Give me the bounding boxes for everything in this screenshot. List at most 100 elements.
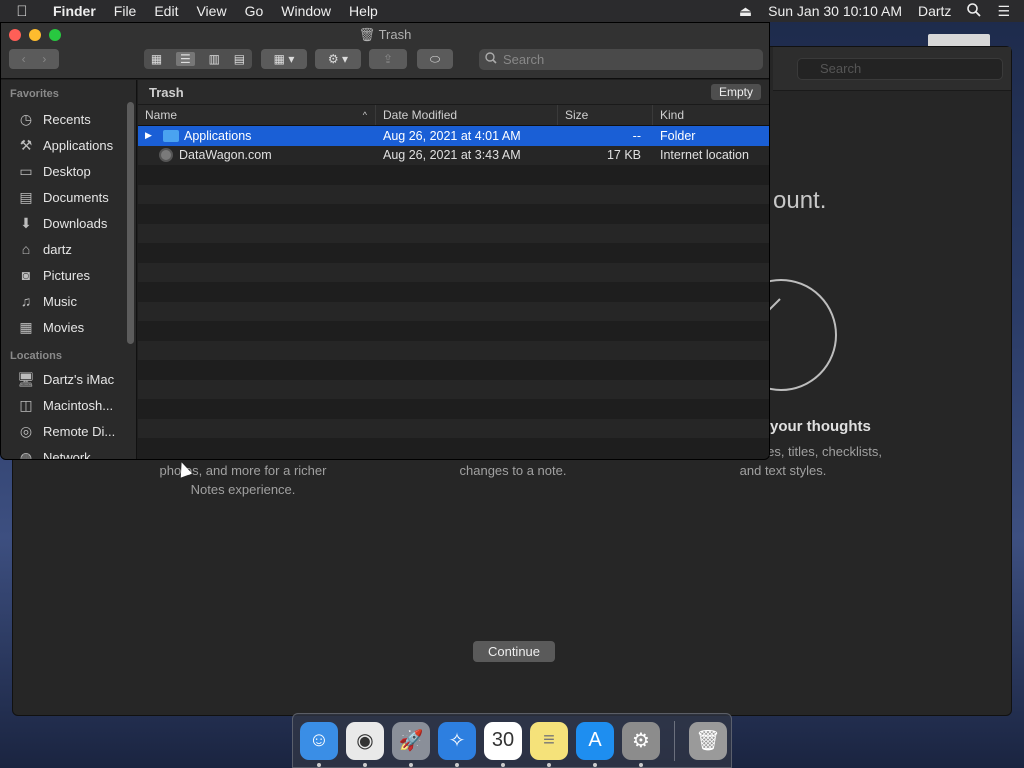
disk-icon: ◫ (19, 397, 33, 413)
search-icon (485, 52, 497, 67)
dock-app-store-icon[interactable]: A (576, 721, 614, 767)
file-name: DataWagon.com (179, 148, 272, 163)
tag-button[interactable]: ⬭ (417, 49, 453, 69)
imac-icon: 🖥 (17, 371, 35, 387)
dock-notes-icon[interactable]: ≡ (530, 721, 568, 767)
menu-app-finder[interactable]: Finder (44, 3, 105, 19)
share-button[interactable]: ⇪ (369, 49, 407, 69)
spotlight-search-icon[interactable] (967, 2, 982, 20)
dock-trash-icon[interactable]: 🗑 (689, 721, 727, 760)
empty-row (138, 223, 769, 243)
empty-row (138, 321, 769, 341)
sidebar-item-applications[interactable]: ⚒ Applications (1, 132, 136, 158)
empty-row (138, 438, 769, 458)
menu-go[interactable]: Go (236, 3, 273, 19)
empty-trash-button[interactable]: Empty (710, 84, 761, 100)
empty-row (138, 340, 769, 360)
sidebar-item-home[interactable]: ⌂ dartz (1, 236, 136, 262)
sidebar-item-movies[interactable]: ▦ Movies (1, 314, 136, 340)
empty-row (138, 165, 769, 185)
column-header-size[interactable]: Size (558, 105, 653, 125)
notes-feature-title: your thoughts (770, 418, 871, 435)
dock-safari-icon[interactable]: ✧ (438, 721, 476, 767)
column-header-date[interactable]: Date Modified (376, 105, 558, 125)
menu-edit[interactable]: Edit (145, 3, 187, 19)
list-view-icon[interactable]: ☰ (176, 52, 195, 66)
menu-file[interactable]: File (105, 3, 146, 19)
sort-ascending-icon: ^ (362, 110, 367, 120)
sidebar-item-network[interactable]: ◍ Network (1, 444, 136, 459)
sidebar-item-macintosh-hd[interactable]: ◫ Macintosh... (1, 392, 136, 418)
running-indicator (593, 762, 597, 767)
menu-bar:  Finder File Edit View Go Window Help ⏏… (0, 0, 1024, 22)
file-kind: Folder (660, 128, 696, 143)
column-view-icon[interactable]: ▥ (209, 52, 220, 66)
back-forward-buttons[interactable]: ‹ › (9, 49, 59, 69)
empty-row (138, 399, 769, 419)
sidebar-item-music[interactable]: ♫ Music (1, 288, 136, 314)
dock-finder-icon[interactable]: ☺ (300, 721, 338, 767)
sidebar-scrollbar[interactable] (127, 102, 134, 344)
movies-icon: ▦ (19, 319, 33, 335)
apple-menu-icon[interactable]:  (0, 3, 44, 20)
menu-window[interactable]: Window (272, 3, 340, 19)
window-title: 🗑 Trash (358, 27, 412, 42)
path-bar: Trash Empty (138, 80, 769, 104)
running-indicator (409, 762, 413, 767)
sidebar-item-pictures[interactable]: ◙ Pictures (1, 262, 136, 288)
gallery-view-icon[interactable]: ▤ (234, 52, 245, 66)
sidebar-item-remote-disc[interactable]: ◎ Remote Di... (1, 418, 136, 444)
group-by-button[interactable]: ▦ ▾ (261, 49, 307, 69)
finder-window: 🗑 Trash ‹ › ▦ ☰ ▥ ▤ ▦ ▾ ⚙ ▾ ⇪ ⬭ Search F… (0, 22, 770, 460)
disclosure-triangle-icon[interactable]: ▶ (145, 130, 159, 141)
dock: ☺ ◉ 🚀 ✧ 30 ≡ A ⚙ 🗑 (292, 713, 732, 768)
forward-icon[interactable]: › (42, 52, 46, 66)
table-row[interactable]: DataWagon.com Aug 26, 2021 at 3:43 AM 17… (138, 145, 769, 165)
table-row[interactable]: ▶ Applications Aug 26, 2021 at 4:01 AM -… (138, 126, 769, 146)
dock-system-preferences-icon[interactable]: ⚙ (622, 721, 660, 767)
dock-chrome-icon[interactable]: ◉ (346, 721, 384, 767)
group-icon: ▦ (273, 52, 285, 66)
notes-search-input[interactable]: Search (797, 58, 1003, 80)
clock-icon: ◷ (19, 111, 33, 127)
finder-glyph: ☺ (308, 729, 330, 751)
documents-icon: ▤ (19, 189, 33, 205)
sidebar-item-recents[interactable]: ◷ Recents (1, 106, 136, 132)
menubar-clock[interactable]: Sun Jan 30 10:10 AM (768, 3, 902, 19)
internet-location-icon (159, 148, 173, 163)
empty-row (138, 418, 769, 438)
folder-title: Trash (149, 84, 184, 100)
icon-view-icon[interactable]: ▦ (151, 52, 162, 66)
app-store-glyph: A (588, 729, 602, 751)
column-header-name[interactable]: Name ^ (138, 105, 376, 125)
sidebar-item-imac[interactable]: 🖥 Dartz's iMac (1, 366, 136, 392)
notes-glyph: ≡ (543, 729, 555, 751)
control-center-icon[interactable]: ☰ (997, 3, 1010, 20)
view-mode-segmented[interactable]: ▦ ☰ ▥ ▤ (144, 49, 252, 69)
menu-help[interactable]: Help (340, 3, 387, 19)
empty-row (138, 282, 769, 302)
menu-view[interactable]: View (187, 3, 235, 19)
sidebar-item-downloads[interactable]: ⬇ Downloads (1, 210, 136, 236)
dock-calendar-icon[interactable]: 30 (484, 721, 522, 767)
dock-launchpad-icon[interactable]: 🚀 (392, 721, 430, 767)
continue-button[interactable]: Continue (473, 641, 555, 662)
search-placeholder: Search (503, 52, 545, 67)
empty-row (138, 379, 769, 399)
menubar-user[interactable]: Dartz (918, 3, 951, 19)
desktop-icon: ▭ (19, 163, 33, 179)
file-size: 17 KB (606, 148, 641, 163)
file-rows: ▶ Applications Aug 26, 2021 at 4:01 AM -… (138, 126, 769, 458)
column-header-kind[interactable]: Kind (653, 105, 769, 125)
back-icon[interactable]: ‹ (22, 52, 26, 66)
system-preferences-glyph: ⚙ (632, 730, 650, 752)
running-indicator (317, 762, 321, 767)
finder-search-input[interactable]: Search (479, 49, 763, 70)
downloads-icon: ⬇ (20, 215, 32, 231)
eject-icon[interactable]: ⏏ (739, 3, 752, 20)
finder-titlebar: 🗑 Trash ‹ › ▦ ☰ ▥ ▤ ▦ ▾ ⚙ ▾ ⇪ ⬭ Search (1, 23, 769, 79)
empty-row (138, 262, 769, 282)
action-menu-button[interactable]: ⚙ ▾ (315, 49, 361, 69)
sidebar-item-documents[interactable]: ▤ Documents (1, 184, 136, 210)
sidebar-item-desktop[interactable]: ▭ Desktop (1, 158, 136, 184)
